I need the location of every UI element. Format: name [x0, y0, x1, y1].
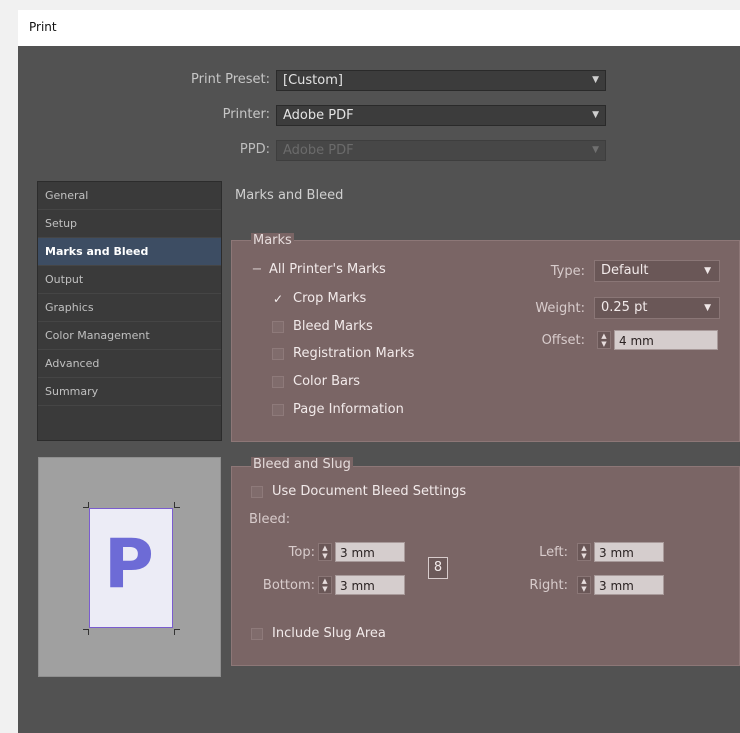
bottom-stepper[interactable]: ▲ ▼ 3 mm [318, 575, 405, 595]
top-value[interactable]: 3 mm [335, 542, 405, 562]
checkbox-box [272, 320, 284, 333]
include-slug-checkbox[interactable]: Include Slug Area [251, 626, 386, 641]
checkbox-box [272, 403, 284, 416]
type-value: Default [601, 263, 649, 278]
top-label: Top: [288, 545, 315, 560]
marks-group-label: Marks [251, 233, 294, 248]
chevron-down-icon: ▼ [704, 266, 711, 276]
sidebar-item-marks-and-bleed[interactable]: Marks and Bleed [38, 238, 221, 266]
color-bars-label: Color Bars [293, 374, 361, 389]
stepper-arrows-icon[interactable]: ▲ ▼ [318, 543, 332, 561]
top-stepper[interactable]: ▲ ▼ 3 mm [318, 542, 405, 562]
left-label: Left: [539, 545, 568, 560]
sidebar-item-color-management[interactable]: Color Management [38, 322, 221, 350]
page-information-checkbox[interactable]: Page Information [272, 402, 404, 417]
type-dropdown[interactable]: Default ▼ [594, 260, 720, 282]
bottom-label: Bottom: [262, 578, 315, 593]
crop-marks-checkbox[interactable]: ✓ Crop Marks [272, 291, 366, 306]
crop-marks-label: Crop Marks [293, 291, 367, 306]
weight-dropdown[interactable]: 0.25 pt ▼ [594, 297, 720, 319]
print-preset-label: Print Preset: [191, 72, 270, 87]
stepper-arrows-icon[interactable]: ▲ ▼ [577, 543, 591, 561]
crop-mark-bottom-right [174, 629, 180, 635]
minus-icon: − [251, 261, 263, 277]
sidebar-item-general[interactable]: General [38, 182, 221, 210]
right-stepper[interactable]: ▲ ▼ 3 mm [577, 575, 664, 595]
all-printers-marks-row[interactable]: − All Printer's Marks [251, 262, 386, 277]
section-title: Marks and Bleed [235, 188, 344, 203]
printer-value: Adobe PDF [283, 108, 354, 123]
sidebar-item-graphics[interactable]: Graphics [38, 294, 221, 322]
include-slug-label: Include Slug Area [272, 626, 386, 641]
bottom-value[interactable]: 3 mm [335, 575, 405, 595]
sidebar-item-summary[interactable]: Summary [38, 378, 221, 406]
stepper-arrows-icon[interactable]: ▲ ▼ [318, 576, 332, 594]
offset-label: Offset: [541, 333, 585, 348]
bleed-marks-checkbox[interactable]: Bleed Marks [272, 319, 373, 334]
title-bar: Print [18, 10, 740, 47]
use-document-bleed-label: Use Document Bleed Settings [272, 484, 467, 499]
offset-stepper[interactable]: ▲ ▼ 4 mm [597, 330, 718, 350]
ppd-dropdown: Adobe PDF ▼ [276, 140, 606, 161]
use-document-bleed-checkbox[interactable]: Use Document Bleed Settings [251, 484, 466, 499]
crop-mark-bottom-left [83, 629, 89, 635]
chevron-down-icon: ▼ [592, 75, 599, 85]
all-printers-marks-label: All Printer's Marks [269, 262, 386, 277]
weight-label: Weight: [535, 301, 585, 316]
type-label: Type: [550, 264, 585, 279]
left-stepper[interactable]: ▲ ▼ 3 mm [577, 542, 664, 562]
bleed-marks-label: Bleed Marks [293, 319, 373, 334]
category-sidebar: General Setup Marks and Bleed Output Gra… [37, 181, 222, 441]
checkbox-box [251, 485, 263, 498]
printer-label: Printer: [222, 107, 270, 122]
checkbox-box [272, 347, 284, 360]
checkmark-icon: ✓ [273, 291, 284, 306]
chevron-down-icon: ▼ [704, 303, 711, 313]
color-bars-checkbox[interactable]: Color Bars [272, 374, 360, 389]
preview-page: P [89, 508, 173, 628]
page-information-label: Page Information [293, 402, 404, 417]
link-chain-icon[interactable]: 8 [428, 557, 448, 579]
crop-mark-top-right [174, 502, 180, 508]
chevron-down-icon: ▼ [592, 110, 599, 120]
preview-page-glyph: P [104, 525, 154, 604]
left-value[interactable]: 3 mm [594, 542, 664, 562]
print-preset-value: [Custom] [283, 73, 343, 88]
window-title: Print [29, 20, 57, 34]
right-value[interactable]: 3 mm [594, 575, 664, 595]
weight-value: 0.25 pt [601, 300, 648, 315]
page-preview: P [38, 457, 221, 677]
print-dialog: Print Preset: [Custom] ▼ Printer: Adobe … [18, 46, 740, 733]
bleed-label: Bleed: [249, 512, 291, 527]
printer-dropdown[interactable]: Adobe PDF ▼ [276, 105, 606, 126]
crop-mark-top-left [83, 502, 89, 508]
print-preset-dropdown[interactable]: [Custom] ▼ [276, 70, 606, 91]
checkbox-box [272, 375, 284, 388]
checkbox-box [251, 627, 263, 640]
registration-marks-checkbox[interactable]: Registration Marks [272, 346, 414, 361]
sidebar-item-advanced[interactable]: Advanced [38, 350, 221, 378]
chevron-down-icon: ▼ [592, 145, 599, 155]
ppd-label: PPD: [239, 142, 270, 157]
right-label: Right: [529, 578, 568, 593]
bleed-slug-group-label: Bleed and Slug [251, 457, 353, 472]
stepper-arrows-icon[interactable]: ▲ ▼ [577, 576, 591, 594]
offset-value[interactable]: 4 mm [614, 330, 718, 350]
sidebar-item-output[interactable]: Output [38, 266, 221, 294]
sidebar-item-setup[interactable]: Setup [38, 210, 221, 238]
ppd-value: Adobe PDF [283, 143, 354, 158]
stepper-arrows-icon[interactable]: ▲ ▼ [597, 331, 611, 349]
registration-marks-label: Registration Marks [293, 346, 415, 361]
